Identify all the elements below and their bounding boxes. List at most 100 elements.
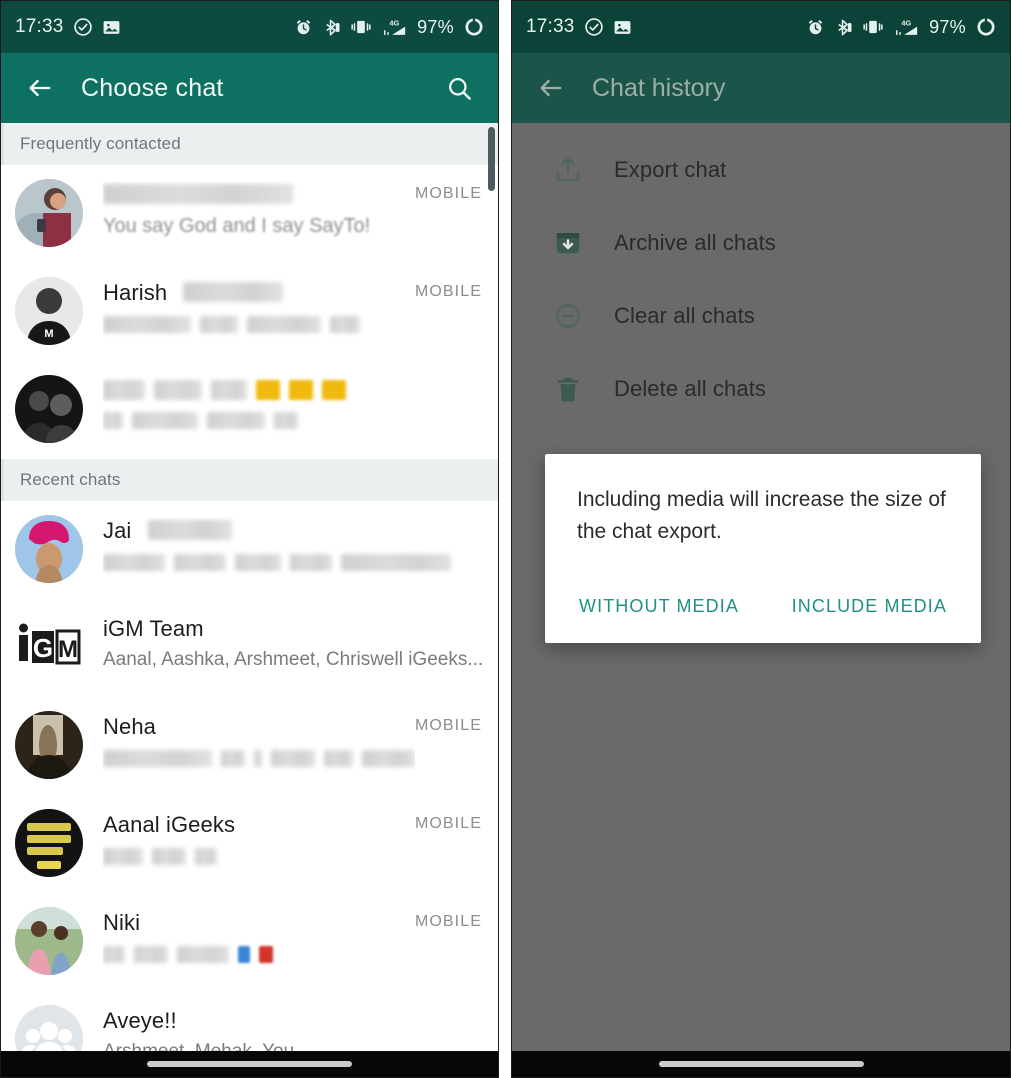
list-item-name: iGM Team bbox=[103, 616, 204, 641]
list-item-subtitle bbox=[103, 549, 482, 575]
menu-item-label: Archive all chats bbox=[614, 229, 776, 255]
list-item-subtitle bbox=[103, 407, 482, 433]
status-bar: 17:33 4G 97% bbox=[1, 1, 498, 53]
battery-icon bbox=[976, 17, 996, 37]
list-item-subtitle: Arshmeet, Mehak, You bbox=[103, 1039, 482, 1051]
list-item[interactable]: Aanal iGeeks MOBILE bbox=[1, 795, 498, 893]
include-media-button[interactable]: INCLUDE MEDIA bbox=[792, 596, 947, 617]
list-item[interactable] bbox=[1, 361, 498, 459]
svg-text:4G: 4G bbox=[389, 18, 399, 27]
list-item-subtitle: You say God and I say SayTo! bbox=[103, 215, 371, 237]
list-item-tag: MOBILE bbox=[414, 717, 482, 734]
battery-icon bbox=[464, 17, 484, 37]
without-media-button[interactable]: WITHOUT MEDIA bbox=[579, 596, 739, 617]
list-item-name: Harish bbox=[103, 279, 415, 307]
avatar: M bbox=[15, 277, 83, 345]
status-bar-right: 4G 97% bbox=[294, 17, 484, 38]
list-item-name: Aveye!! bbox=[103, 1008, 177, 1033]
menu-item-delete-all-chats[interactable]: Delete all chats bbox=[512, 352, 1010, 425]
avatar bbox=[15, 907, 83, 975]
list-item-name: Jai bbox=[103, 517, 482, 545]
section-header-frequently-contacted: Frequently contacted bbox=[1, 123, 498, 165]
list-item-subtitle bbox=[103, 941, 415, 967]
alarm-icon bbox=[806, 18, 825, 37]
menu-item-export-chat[interactable]: Export chat bbox=[512, 133, 1010, 206]
avatar bbox=[15, 375, 83, 443]
list-item[interactable]: Niki MOBILE bbox=[1, 893, 498, 991]
avatar bbox=[15, 1005, 83, 1051]
system-nav-bar bbox=[1, 1051, 498, 1077]
photo-icon bbox=[613, 18, 632, 37]
svg-text:M: M bbox=[58, 636, 78, 663]
list-item-name: Niki bbox=[103, 910, 141, 935]
status-bar-left: 17:33 bbox=[15, 16, 121, 38]
status-bar-right: 4G 97% bbox=[806, 17, 996, 38]
svg-text:4G: 4G bbox=[901, 18, 911, 27]
avatar bbox=[15, 711, 83, 779]
clear-circle-minus-icon bbox=[548, 301, 588, 331]
back-button[interactable] bbox=[21, 69, 59, 107]
list-item-body bbox=[83, 373, 482, 433]
section-label: Recent chats bbox=[20, 470, 121, 489]
alarm-icon bbox=[294, 18, 313, 37]
status-time: 17:33 bbox=[526, 16, 575, 37]
list-item-subtitle: Aanal, Aashka, Arshmeet, Chriswell iGeek… bbox=[103, 649, 482, 670]
menu-item-label: Delete all chats bbox=[614, 375, 767, 401]
menu-item-clear-all-chats[interactable]: Clear all chats bbox=[512, 279, 1010, 352]
battery-percent: 97% bbox=[417, 16, 454, 37]
status-time: 17:33 bbox=[15, 16, 64, 37]
status-bar: 17:33 4G 97% bbox=[512, 1, 1010, 53]
list-item-tag: MOBILE bbox=[414, 283, 482, 300]
list-item-tag: MOBILE bbox=[414, 185, 482, 202]
gesture-pill[interactable] bbox=[658, 1061, 864, 1067]
list-item[interactable]: GM iGM Team Aanal, Aashka, Arshmeet, Chr… bbox=[1, 599, 498, 697]
bluetooth-icon bbox=[323, 18, 341, 37]
list-item-body: iGM Team Aanal, Aashka, Arshmeet, Chrisw… bbox=[83, 611, 482, 673]
svg-text:G: G bbox=[33, 633, 53, 663]
avatar bbox=[15, 515, 83, 583]
menu-item-archive-all-chats[interactable]: Archive all chats bbox=[512, 206, 1010, 279]
section-header-recent-chats: Recent chats bbox=[1, 459, 498, 501]
list-item-body: Jai bbox=[83, 513, 482, 575]
list-item[interactable]: M Harish MOBILE bbox=[1, 263, 498, 361]
chat-history-menu: Export chat Archive all chats Clear all … bbox=[512, 123, 1010, 1051]
app-bar: Chat history bbox=[512, 53, 1010, 123]
list-item-tag: MOBILE bbox=[414, 815, 482, 832]
page-title: Chat history bbox=[592, 73, 726, 102]
list-item-subtitle bbox=[103, 843, 415, 869]
dialog-message: Including media will increase the size o… bbox=[577, 488, 946, 543]
status-bar-left: 17:33 bbox=[526, 16, 632, 38]
left-phone-panel: 17:33 4G 97% Choose chat Frequently cont… bbox=[0, 0, 499, 1078]
list-item[interactable]: Aveye!! Arshmeet, Mehak, You bbox=[1, 991, 498, 1051]
trash-icon bbox=[548, 374, 588, 404]
list-item[interactable]: Jai bbox=[1, 501, 498, 599]
list-item-name: Neha bbox=[103, 714, 156, 739]
list-item[interactable]: You say God and I say SayTo! MOBILE bbox=[1, 165, 498, 263]
bluetooth-icon bbox=[835, 18, 853, 37]
cloud-sync-icon bbox=[73, 17, 93, 37]
screenshot-root: 17:33 4G 97% Choose chat Frequently cont… bbox=[0, 0, 1011, 1078]
cloud-sync-icon bbox=[584, 17, 604, 37]
photo-icon bbox=[102, 18, 121, 37]
vibrate-icon bbox=[351, 18, 371, 36]
search-icon[interactable] bbox=[440, 69, 478, 107]
signal-4g-icon: 4G bbox=[381, 18, 407, 37]
list-item-subtitle bbox=[103, 745, 415, 771]
section-label: Frequently contacted bbox=[20, 134, 181, 153]
menu-item-label: Export chat bbox=[614, 156, 727, 182]
avatar bbox=[15, 179, 83, 247]
list-item-body: Aanal iGeeks bbox=[83, 807, 415, 869]
signal-4g-icon: 4G bbox=[893, 18, 919, 37]
list-item-body: Niki bbox=[83, 905, 415, 967]
back-button[interactable] bbox=[532, 69, 570, 107]
list-item-body: Aveye!! Arshmeet, Mehak, You bbox=[83, 1003, 482, 1051]
chat-list[interactable]: Frequently contacted You say God and I s… bbox=[1, 123, 498, 1051]
scrollbar-thumb[interactable] bbox=[488, 127, 495, 191]
gesture-pill[interactable] bbox=[147, 1061, 352, 1067]
export-media-dialog: Including media will increase the size o… bbox=[545, 454, 981, 643]
menu-item-label: Clear all chats bbox=[614, 302, 755, 328]
list-item-body: Neha bbox=[83, 709, 415, 771]
list-item-name bbox=[103, 181, 415, 209]
export-icon bbox=[548, 155, 588, 185]
list-item[interactable]: Neha MOBILE bbox=[1, 697, 498, 795]
